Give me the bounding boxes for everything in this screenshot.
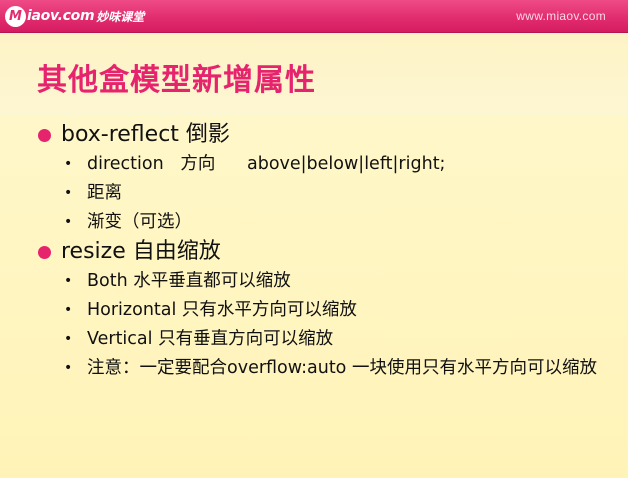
item-text: 注意：一定要配合overflow:auto 一块使用只有水平方向可以缩放 [87,358,597,378]
list-item-direction: • direction 方向 above|below|left|right; [38,150,608,179]
list-item-gradient: • 渐变（可选） [38,208,608,237]
slide: M iaov.com 妙味课堂 www.miaov.com 其他盒模型新增属性 … [0,0,628,478]
logo-cn-text: 妙味课堂 [96,9,145,24]
section-box-reflect: box-reflect 倒影 [38,120,608,150]
list-item-vertical: • Vertical 只有垂直方向可以缩放 [38,325,608,354]
bullet-icon: • [64,214,73,230]
bullet-icon: • [64,302,73,318]
pink-bullet-icon [38,246,51,259]
pink-bullet-icon [38,129,51,142]
logo-mark: M [5,5,26,27]
section-resize: resize 自由缩放 [38,237,608,267]
list-item-distance: • 距离 [38,179,608,208]
bullet-icon: • [64,185,73,201]
item-text: Both 水平垂直都可以缩放 [87,271,291,291]
item-value: above|below|left|right; [246,154,446,174]
item-text: Vertical 只有垂直方向可以缩放 [87,329,334,349]
list-item-both: • Both 水平垂直都可以缩放 [38,267,608,296]
logo-text: iaov.com [27,8,95,24]
item-text: 距离 [87,183,122,203]
item-name: direction [87,154,164,174]
bullet-icon: • [64,331,73,347]
item-desc: 方向 [180,154,216,174]
slide-content: box-reflect 倒影 • direction 方向 above|belo… [38,120,608,383]
site-url: www.miaov.com [516,9,606,23]
slide-title: 其他盒模型新增属性 [37,63,316,98]
bullet-icon: • [64,156,73,172]
list-item-horizontal: • Horizontal 只有水平方向可以缩放 [38,296,608,325]
header-bar: M iaov.com 妙味课堂 www.miaov.com [0,0,628,33]
bullet-icon: • [64,360,73,376]
miaov-logo: M iaov.com 妙味课堂 [5,5,144,27]
bullet-icon: • [64,273,73,289]
item-text: Horizontal 只有水平方向可以缩放 [87,300,357,320]
list-item-note: • 注意：一定要配合overflow:auto 一块使用只有水平方向可以缩放 [38,354,607,383]
item-text: 渐变（可选） [87,212,192,232]
section-label: box-reflect 倒影 [61,122,230,147]
section-label: resize 自由缩放 [61,239,221,264]
